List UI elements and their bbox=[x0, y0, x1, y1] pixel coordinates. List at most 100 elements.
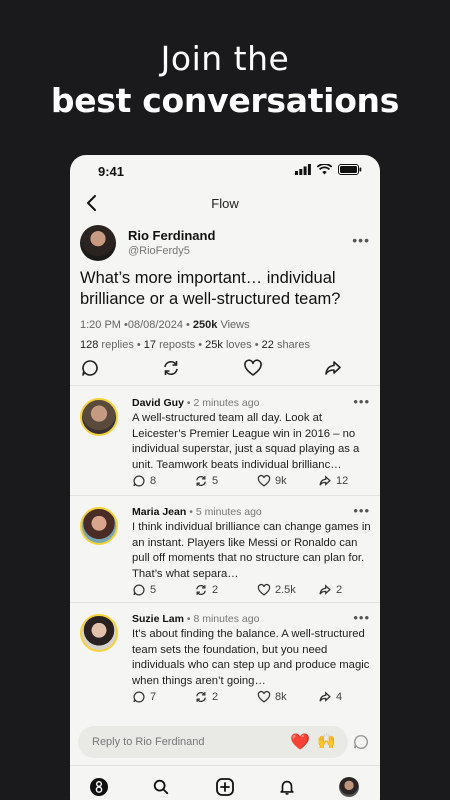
add-icon bbox=[216, 778, 234, 796]
reply-share-button[interactable]: 2 bbox=[318, 583, 342, 597]
more-options-icon[interactable]: ••• bbox=[353, 611, 370, 624]
comment-count: 5 bbox=[150, 584, 157, 596]
replies-label: replies bbox=[101, 339, 134, 351]
views-label: Views bbox=[220, 319, 250, 331]
reply-item: Suzie Lam • 8 minutes ago ••• It’s about… bbox=[70, 602, 380, 708]
tab-search[interactable] bbox=[150, 776, 172, 798]
heart-emoji-icon[interactable]: ❤️ bbox=[290, 732, 310, 752]
repost-count: 2 bbox=[212, 584, 219, 596]
reposts-count: 17 bbox=[143, 339, 157, 351]
phone-screen: 9:41 Flow Rio Ferdinand @RioFerdy5 ••• W… bbox=[70, 155, 380, 800]
reply-text: A well-structured team all day. Look at … bbox=[132, 412, 360, 471]
reply-text: It’s about finding the balance. A well-s… bbox=[132, 628, 370, 687]
reply-actions: 5 2 2.5k 2 bbox=[132, 583, 362, 599]
reply-share-button[interactable]: 4 bbox=[318, 690, 342, 704]
tab-notifications[interactable] bbox=[276, 776, 298, 798]
replies-count: 128 bbox=[80, 339, 99, 351]
tab-profile[interactable] bbox=[338, 776, 360, 798]
share-icon[interactable] bbox=[323, 358, 343, 378]
more-options-icon[interactable]: ••• bbox=[353, 395, 370, 408]
avatar[interactable] bbox=[80, 507, 118, 545]
home-logo-icon bbox=[90, 778, 108, 796]
send-comment-icon[interactable] bbox=[352, 733, 370, 751]
nav-bar: Flow bbox=[70, 191, 380, 217]
reply-comment-button[interactable]: 5 bbox=[132, 583, 156, 597]
reply-item: Maria Jean • 5 minutes ago ••• I think i… bbox=[70, 495, 380, 601]
post-author[interactable]: Rio Ferdinand @RioFerdy5 ••• bbox=[80, 225, 370, 261]
love-count: 2.5k bbox=[275, 584, 296, 596]
share-icon bbox=[319, 691, 331, 702]
reply-author[interactable]: David Guy bbox=[132, 397, 184, 409]
reply-actions: 8 5 9k 12 bbox=[132, 474, 362, 490]
comment-icon bbox=[133, 584, 145, 596]
reply-text: I think individual brilliance can change… bbox=[132, 521, 371, 580]
avatar[interactable] bbox=[80, 398, 118, 436]
reply-header: Suzie Lam • 8 minutes ago bbox=[132, 613, 260, 625]
reply-love-button[interactable]: 2.5k bbox=[257, 583, 296, 597]
author-name[interactable]: Rio Ferdinand bbox=[128, 228, 215, 243]
reply-share-button[interactable]: 12 bbox=[318, 474, 348, 488]
reply-comment-button[interactable]: 8 bbox=[132, 474, 156, 488]
headline-line2: best conversations bbox=[50, 81, 400, 120]
comment-icon bbox=[133, 475, 145, 487]
shares-label: shares bbox=[276, 339, 310, 351]
repost-icon bbox=[196, 585, 206, 595]
reposts-label: reposts bbox=[159, 339, 196, 351]
comment-count: 7 bbox=[150, 691, 157, 703]
post-stats: 128 replies • 17 reposts • 25k loves • 2… bbox=[80, 339, 310, 351]
share-icon bbox=[319, 475, 331, 486]
reply-repost-button[interactable]: 2 bbox=[194, 690, 218, 704]
repost-icon[interactable] bbox=[161, 358, 181, 378]
repost-count: 5 bbox=[212, 475, 219, 487]
post-date: 08/08/2024 bbox=[127, 319, 183, 331]
post-meta: 1:20 PM •08/08/2024 • 250k Views bbox=[80, 319, 250, 331]
reply-love-button[interactable]: 9k bbox=[257, 474, 287, 488]
reply-repost-button[interactable]: 5 bbox=[194, 474, 218, 488]
shares-count: 22 bbox=[261, 339, 274, 351]
reply-time: 2 minutes ago bbox=[193, 397, 260, 409]
reply-author[interactable]: Maria Jean bbox=[132, 506, 186, 518]
signal-icon bbox=[295, 164, 311, 175]
comment-icon[interactable] bbox=[80, 358, 100, 378]
reply-header: David Guy • 2 minutes ago bbox=[132, 397, 260, 409]
heart-icon[interactable] bbox=[243, 358, 263, 378]
search-icon bbox=[153, 779, 169, 795]
avatar[interactable] bbox=[80, 225, 116, 261]
repost-count: 2 bbox=[212, 691, 219, 703]
repost-icon bbox=[196, 476, 206, 486]
tab-home[interactable] bbox=[88, 776, 110, 798]
comment-icon bbox=[133, 691, 145, 703]
status-bar: 9:41 bbox=[70, 155, 380, 187]
reply-comment-button[interactable]: 7 bbox=[132, 690, 156, 704]
reply-actions: 7 2 8k 4 bbox=[132, 690, 362, 706]
reply-input[interactable]: Reply to Rio Ferdinand ❤️ 🙌 bbox=[78, 726, 348, 758]
avatar[interactable] bbox=[80, 614, 118, 652]
tab-bar bbox=[70, 765, 380, 800]
comment-count: 8 bbox=[150, 475, 157, 487]
share-count: 12 bbox=[336, 475, 349, 487]
post-text: What’s more important… individual brilli… bbox=[80, 269, 341, 308]
reply-header: Maria Jean • 5 minutes ago bbox=[132, 506, 262, 518]
avatar bbox=[339, 777, 359, 797]
repost-icon bbox=[196, 692, 206, 702]
reply-repost-button[interactable]: 2 bbox=[194, 583, 218, 597]
wifi-icon bbox=[317, 164, 332, 175]
heart-icon bbox=[257, 474, 271, 487]
reply-time: 5 minutes ago bbox=[195, 506, 262, 518]
heart-icon bbox=[257, 690, 271, 703]
reply-placeholder: Reply to Rio Ferdinand bbox=[92, 736, 205, 748]
more-options-icon[interactable]: ••• bbox=[353, 504, 370, 517]
reply-author[interactable]: Suzie Lam bbox=[132, 613, 184, 625]
share-count: 2 bbox=[336, 584, 343, 596]
more-options-icon[interactable]: ••• bbox=[352, 233, 370, 247]
bell-icon bbox=[280, 780, 294, 795]
reply-love-button[interactable]: 8k bbox=[257, 690, 287, 704]
battery-icon bbox=[338, 164, 362, 175]
headline: Join the best conversations bbox=[0, 38, 450, 122]
page-title: Flow bbox=[211, 196, 239, 211]
status-time: 9:41 bbox=[98, 164, 125, 179]
heart-icon bbox=[257, 583, 271, 596]
raised-hands-emoji-icon[interactable]: 🙌 bbox=[317, 732, 336, 750]
reply-item: David Guy • 2 minutes ago ••• A well-str… bbox=[70, 386, 380, 492]
tab-create[interactable] bbox=[214, 776, 236, 798]
